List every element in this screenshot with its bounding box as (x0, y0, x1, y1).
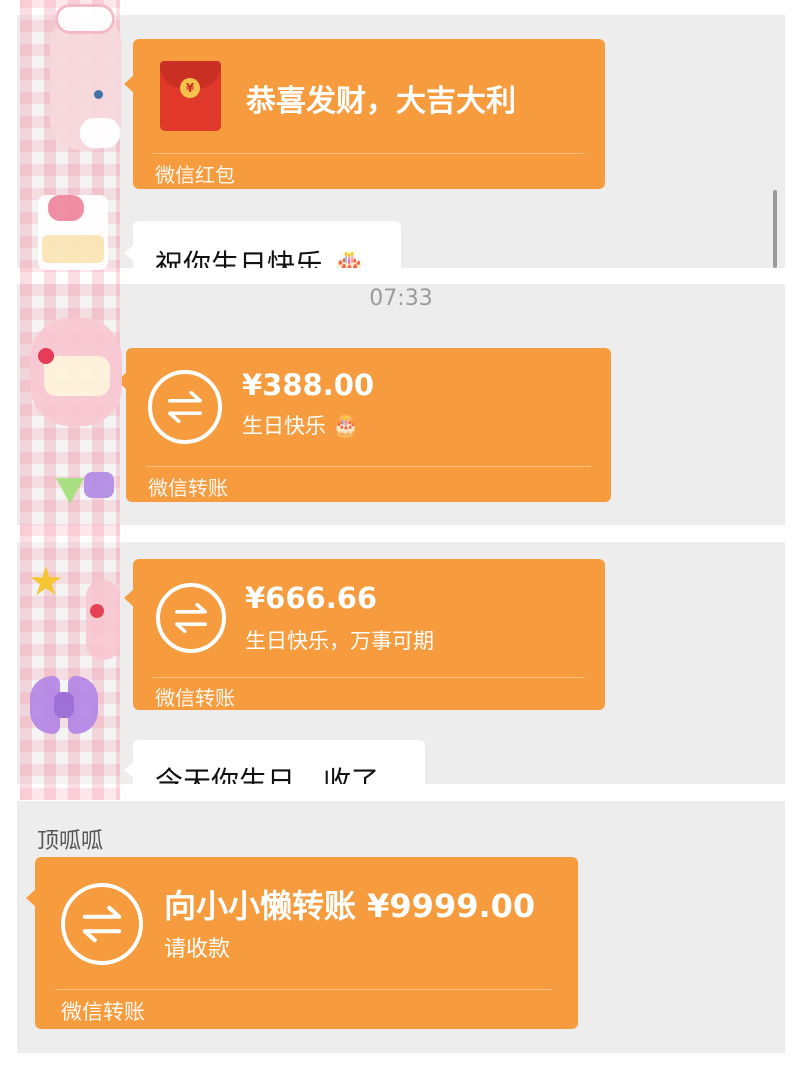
sender-name: 顶呱呱 (37, 829, 104, 854)
transfer-icon (156, 583, 226, 653)
transfer-note: 请收款 (164, 937, 231, 962)
cake-sticker-icon (30, 318, 122, 426)
red-packet-footer: 微信红包 (155, 163, 235, 187)
transfer-footer: 微信转账 (61, 1000, 145, 1024)
transfer-note: 生日快乐 (242, 414, 326, 438)
red-packet-card[interactable]: ¥ 恭喜发财，大吉大利 微信红包 (124, 39, 605, 189)
cake-emoji: 🎂 (332, 414, 359, 438)
star-sticker-icon: ★ (28, 559, 64, 605)
cake-slice-sticker-icon (38, 195, 108, 270)
message-birthday-bubble[interactable]: 祝你生日快乐 🎂 (124, 221, 401, 268)
message-birthday-text: 祝你生日快乐 (155, 248, 324, 268)
transfer-card-3[interactable]: 向小小懒转账 ¥9999.00 请收款 微信转账 (26, 857, 578, 1029)
red-packet-icon: ¥ (160, 61, 221, 131)
transfer-note: 生日快乐，万事可期 (245, 629, 434, 653)
transfer-title: 向小小懒转账 ¥9999.00 (164, 887, 536, 925)
transfer-footer: 微信转账 (148, 476, 228, 500)
chat-panel-3: ¥666.66 生日快乐，万事可期 微信转账 今天你生日，收了 (17, 542, 785, 784)
cherry-cake-sticker-icon (86, 580, 120, 660)
message-today-bubble[interactable]: 今天你生日，收了 (124, 740, 425, 784)
transfer-icon (61, 883, 143, 965)
chat-panel-1: ¥ 恭喜发财，大吉大利 微信红包 祝你生日快乐 🎂 (17, 15, 785, 268)
timestamp: 07:33 (369, 286, 433, 311)
scrollbar[interactable] (773, 190, 777, 268)
cake-emoji: 🎂 (331, 248, 367, 268)
transfer-card-1[interactable]: ¥388.00 生日快乐 🎂 微信转账 (117, 348, 611, 502)
bunny-sticker-icon (50, 4, 122, 150)
bunting-flags-icon (46, 472, 120, 506)
red-packet-title: 恭喜发财，大吉大利 (246, 84, 516, 119)
red-packet-symbol: ¥ (180, 78, 200, 98)
transfer-icon (148, 370, 222, 444)
message-today-text: 今天你生日，收了 (155, 765, 380, 784)
chat-panel-4: 顶呱呱 向小小懒转账 ¥9999.00 请收款 微信转账 (17, 801, 785, 1053)
chat-panel-2: 07:33 ¥388.00 生日快乐 🎂 微信转账 (17, 284, 785, 525)
bow-sticker-icon (30, 676, 100, 736)
transfer-card-2[interactable]: ¥666.66 生日快乐，万事可期 微信转账 (124, 559, 605, 710)
transfer-amount: ¥666.66 (245, 581, 378, 615)
transfer-footer: 微信转账 (155, 686, 235, 710)
transfer-amount: ¥388.00 (242, 368, 375, 402)
